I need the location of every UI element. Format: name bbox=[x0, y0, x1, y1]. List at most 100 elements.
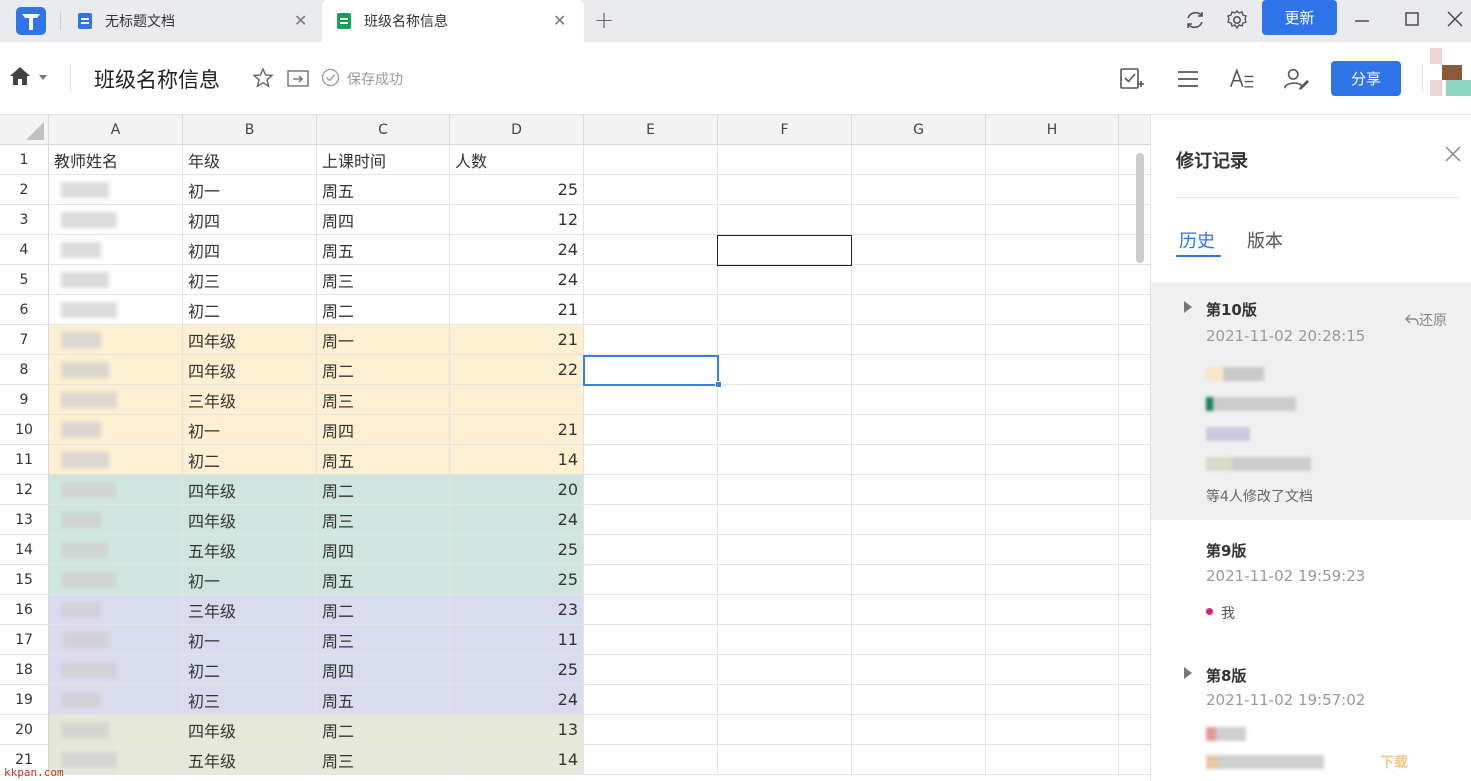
column-header[interactable]: C bbox=[317, 115, 450, 145]
cell[interactable] bbox=[1119, 535, 1150, 565]
cell-f14[interactable] bbox=[718, 535, 852, 565]
cell-b5[interactable]: 初三 bbox=[183, 265, 317, 295]
cell-h14[interactable] bbox=[986, 535, 1119, 565]
cell-g7[interactable] bbox=[852, 325, 986, 355]
cell-b13[interactable]: 四年级 bbox=[183, 505, 317, 535]
column-header[interactable]: A bbox=[49, 115, 183, 145]
cell-f16[interactable] bbox=[718, 595, 852, 625]
refresh-icon[interactable] bbox=[1183, 8, 1207, 32]
cell-f11[interactable] bbox=[718, 445, 852, 475]
cell-d13[interactable]: 24 bbox=[450, 505, 584, 535]
cell-g13[interactable] bbox=[852, 505, 986, 535]
cell-e1[interactable] bbox=[584, 145, 718, 175]
row-header[interactable]: 2 bbox=[0, 175, 49, 205]
cell-c10[interactable]: 周四 bbox=[317, 415, 450, 445]
cell[interactable] bbox=[1119, 565, 1150, 595]
cell-b20[interactable]: 四年级 bbox=[183, 715, 317, 745]
cell-c16[interactable]: 周二 bbox=[317, 595, 450, 625]
cell-a5[interactable] bbox=[49, 265, 183, 295]
row-header[interactable]: 9 bbox=[0, 385, 49, 415]
minimize-icon[interactable] bbox=[1350, 8, 1374, 32]
row-header[interactable]: 5 bbox=[0, 265, 49, 295]
cell-c1[interactable]: 上课时间 bbox=[317, 145, 450, 175]
update-button[interactable]: 更新 bbox=[1262, 0, 1337, 35]
cell-c20[interactable]: 周二 bbox=[317, 715, 450, 745]
cell-e6[interactable] bbox=[584, 295, 718, 325]
select-all-corner[interactable] bbox=[0, 115, 49, 145]
cell-f20[interactable] bbox=[718, 715, 852, 745]
cell-g4[interactable] bbox=[852, 235, 986, 265]
cell-a7[interactable] bbox=[49, 325, 183, 355]
cell[interactable] bbox=[1119, 175, 1150, 205]
cell-a16[interactable] bbox=[49, 595, 183, 625]
cell-c18[interactable]: 周四 bbox=[317, 655, 450, 685]
cell-b9[interactable]: 三年级 bbox=[183, 385, 317, 415]
cell-c3[interactable]: 周四 bbox=[317, 205, 450, 235]
cell-b15[interactable]: 初一 bbox=[183, 565, 317, 595]
cell-e11[interactable] bbox=[584, 445, 718, 475]
cell-f9[interactable] bbox=[718, 385, 852, 415]
cell-g19[interactable] bbox=[852, 685, 986, 715]
cell-b1[interactable]: 年级 bbox=[183, 145, 317, 175]
cell-c15[interactable]: 周五 bbox=[317, 565, 450, 595]
cell-c12[interactable]: 周二 bbox=[317, 475, 450, 505]
cell-g6[interactable] bbox=[852, 295, 986, 325]
cell-h16[interactable] bbox=[986, 595, 1119, 625]
row-header[interactable]: 18 bbox=[0, 655, 49, 685]
cell-h11[interactable] bbox=[986, 445, 1119, 475]
cell[interactable] bbox=[1119, 325, 1150, 355]
cell-e17[interactable] bbox=[584, 625, 718, 655]
cell-a21[interactable] bbox=[49, 745, 183, 775]
cell-f5[interactable] bbox=[718, 265, 852, 295]
row-header[interactable]: 14 bbox=[0, 535, 49, 565]
cell-c11[interactable]: 周五 bbox=[317, 445, 450, 475]
close-tab-icon[interactable]: ✕ bbox=[294, 11, 307, 30]
cell-c14[interactable]: 周四 bbox=[317, 535, 450, 565]
cell-b6[interactable]: 初二 bbox=[183, 295, 317, 325]
tab-history[interactable]: 历史 bbox=[1179, 227, 1215, 253]
cell[interactable] bbox=[1119, 265, 1150, 295]
spreadsheet-grid[interactable]: A B C D E F G H 1 教师姓名 年级 上课时间 人数 2 初一 周五 25 3 初四 周四 12 4 初四 周五… bbox=[0, 115, 1150, 781]
row-header[interactable]: 6 bbox=[0, 295, 49, 325]
cell-a17[interactable] bbox=[49, 625, 183, 655]
cell-a3[interactable] bbox=[49, 205, 183, 235]
vertical-scrollbar[interactable] bbox=[1136, 153, 1144, 263]
cell[interactable] bbox=[1119, 475, 1150, 505]
cell-a4[interactable] bbox=[49, 235, 183, 265]
cell-f17[interactable] bbox=[718, 625, 852, 655]
cell-d11[interactable]: 14 bbox=[450, 445, 584, 475]
cell-g18[interactable] bbox=[852, 655, 986, 685]
cell-d18[interactable]: 25 bbox=[450, 655, 584, 685]
cell-g14[interactable] bbox=[852, 535, 986, 565]
cell-e5[interactable] bbox=[584, 265, 718, 295]
cell-c4[interactable]: 周五 bbox=[317, 235, 450, 265]
cell-d1[interactable]: 人数 bbox=[450, 145, 584, 175]
cell-g8[interactable] bbox=[852, 355, 986, 385]
cell-h20[interactable] bbox=[986, 715, 1119, 745]
cell-c7[interactable]: 周一 bbox=[317, 325, 450, 355]
cell[interactable] bbox=[1119, 685, 1150, 715]
cell-h10[interactable] bbox=[986, 415, 1119, 445]
cell[interactable] bbox=[1119, 445, 1150, 475]
cell-d20[interactable]: 13 bbox=[450, 715, 584, 745]
cell-b2[interactable]: 初一 bbox=[183, 175, 317, 205]
cell-f21[interactable] bbox=[718, 745, 852, 775]
cell-b4[interactable]: 初四 bbox=[183, 235, 317, 265]
cell-d4[interactable]: 24 bbox=[450, 235, 584, 265]
cell-c5[interactable]: 周三 bbox=[317, 265, 450, 295]
document-title[interactable]: 班级名称信息 bbox=[94, 64, 220, 94]
cell-c19[interactable]: 周五 bbox=[317, 685, 450, 715]
row-header[interactable]: 20 bbox=[0, 715, 49, 745]
cell-a20[interactable] bbox=[49, 715, 183, 745]
cell-b18[interactable]: 初二 bbox=[183, 655, 317, 685]
row-header[interactable]: 7 bbox=[0, 325, 49, 355]
cell-h15[interactable] bbox=[986, 565, 1119, 595]
cell-h18[interactable] bbox=[986, 655, 1119, 685]
cell-f6[interactable] bbox=[718, 295, 852, 325]
settings-icon[interactable] bbox=[1225, 8, 1249, 32]
cell-d3[interactable]: 12 bbox=[450, 205, 584, 235]
cell-d15[interactable]: 25 bbox=[450, 565, 584, 595]
tab-untitled-doc[interactable]: 无标题文档 ✕ bbox=[78, 0, 318, 42]
cell-a19[interactable] bbox=[49, 685, 183, 715]
cell-c13[interactable]: 周三 bbox=[317, 505, 450, 535]
